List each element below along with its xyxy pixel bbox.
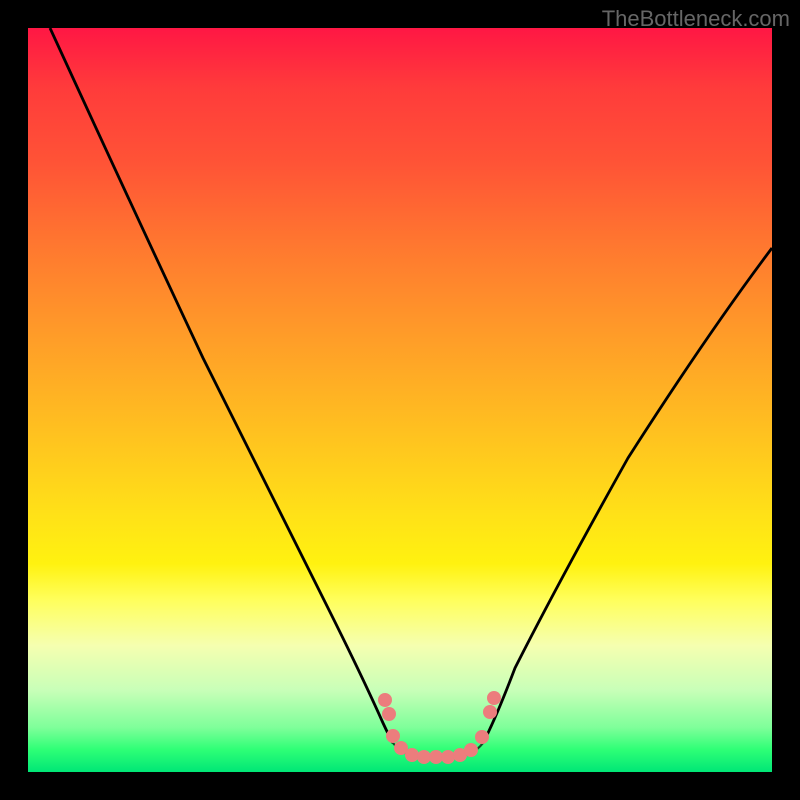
- data-point[interactable]: [386, 729, 400, 743]
- right-bottleneck-curve: [483, 248, 772, 743]
- data-point[interactable]: [475, 730, 489, 744]
- data-point[interactable]: [483, 705, 497, 719]
- left-bottleneck-curve: [50, 28, 393, 743]
- data-point[interactable]: [382, 707, 396, 721]
- optimal-cluster-points: [378, 691, 501, 764]
- chart-container: TheBottleneck.com: [0, 0, 800, 800]
- chart-svg: [28, 28, 772, 772]
- data-point[interactable]: [417, 750, 431, 764]
- curve-group: [50, 28, 772, 759]
- data-point[interactable]: [487, 691, 501, 705]
- watermark-text: TheBottleneck.com: [602, 6, 790, 32]
- plot-area: [28, 28, 772, 772]
- data-point[interactable]: [378, 693, 392, 707]
- data-point[interactable]: [464, 743, 478, 757]
- data-point[interactable]: [429, 750, 443, 764]
- data-point[interactable]: [441, 750, 455, 764]
- data-point[interactable]: [405, 748, 419, 762]
